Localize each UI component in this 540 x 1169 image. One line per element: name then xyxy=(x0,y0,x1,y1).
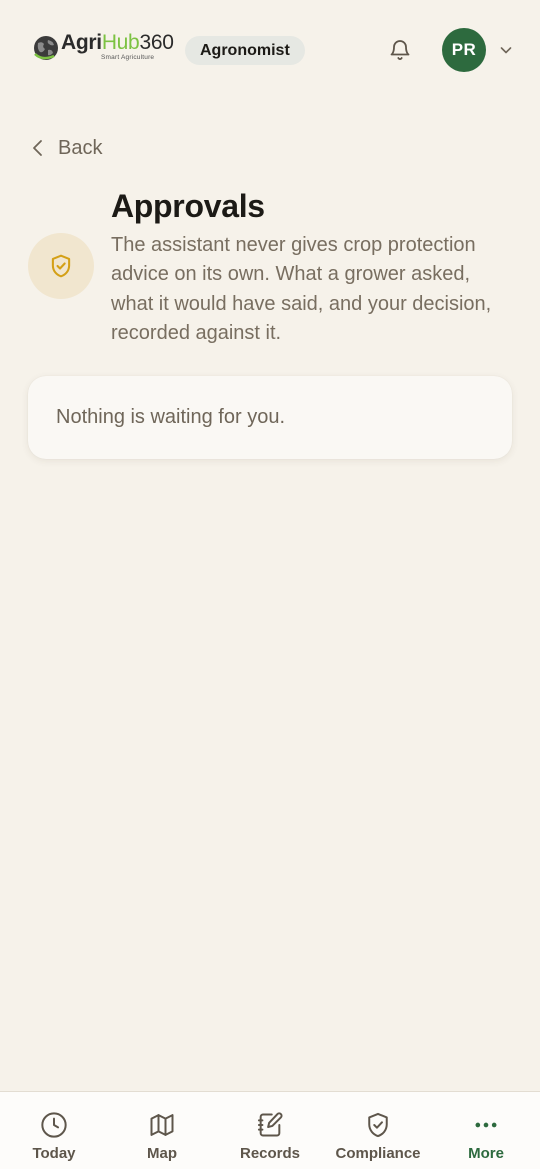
chevron-down-icon[interactable] xyxy=(498,42,514,58)
nav-item-compliance[interactable]: Compliance xyxy=(324,1092,432,1169)
bell-icon xyxy=(390,40,410,60)
globe-logo-icon xyxy=(34,36,58,60)
page-title: Approvals xyxy=(111,188,265,224)
chevron-left-icon xyxy=(33,140,42,156)
approvals-page: AgriHub360 Smart Agriculture Agronomist … xyxy=(0,0,540,1169)
shield-check-icon xyxy=(368,1112,388,1138)
top-bar: AgriHub360 Smart Agriculture Agronomist … xyxy=(0,0,540,100)
nav-label-map: Map xyxy=(147,1145,177,1162)
empty-state-card: Nothing is waiting for you. xyxy=(28,376,512,459)
nav-label-today: Today xyxy=(32,1145,76,1162)
clock-icon xyxy=(41,1112,67,1138)
logo-tagline: Smart Agriculture xyxy=(101,54,155,61)
notebook-pen-icon xyxy=(257,1112,283,1137)
app-logo[interactable]: AgriHub360 Smart Agriculture xyxy=(32,32,174,68)
logo-wordmark: AgriHub360 Smart Agriculture xyxy=(61,31,174,61)
nav-label-more: More xyxy=(468,1145,504,1162)
user-avatar[interactable]: PR xyxy=(442,28,486,72)
shield-check-icon xyxy=(51,254,71,278)
nav-item-more[interactable]: More xyxy=(432,1092,540,1169)
role-badge[interactable]: Agronomist xyxy=(185,36,305,65)
bottom-navigation: Today Map Records Compliance More xyxy=(0,1091,540,1169)
nav-item-today[interactable]: Today xyxy=(0,1092,108,1169)
empty-state-message: Nothing is waiting for you. xyxy=(56,406,286,428)
nav-label-compliance: Compliance xyxy=(335,1145,421,1162)
nav-label-records: Records xyxy=(239,1145,301,1162)
map-icon xyxy=(150,1114,174,1136)
approvals-icon-badge xyxy=(28,233,94,299)
notifications-button[interactable] xyxy=(386,36,414,64)
page-description: The assistant never gives crop protectio… xyxy=(111,234,492,344)
back-label: Back xyxy=(58,136,103,159)
back-button[interactable]: Back xyxy=(30,134,102,162)
more-dots-icon xyxy=(475,1122,497,1128)
nav-item-records[interactable]: Records xyxy=(216,1092,324,1169)
nav-item-map[interactable]: Map xyxy=(108,1092,216,1169)
